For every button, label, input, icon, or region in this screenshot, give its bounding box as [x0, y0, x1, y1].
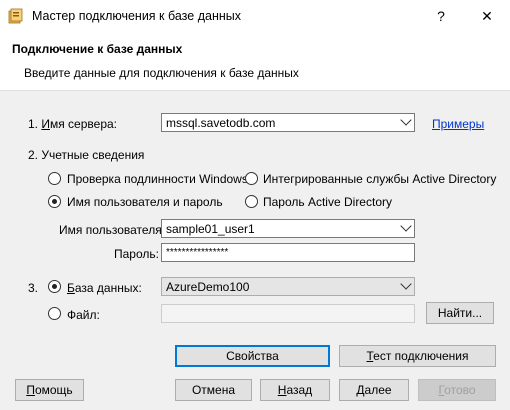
password-value: ****************	[166, 247, 229, 258]
ad-integrated-label[interactable]: Интегрированные службы Active Directory	[263, 172, 496, 186]
windows-auth-label[interactable]: Проверка подлинности Windows	[67, 172, 248, 186]
help-icon: ?	[437, 8, 445, 24]
page-subtitle: Введите данные для подключения к базе да…	[24, 66, 299, 80]
close-button[interactable]: ✕	[466, 0, 508, 32]
examples-link[interactable]: Примеры	[432, 117, 484, 131]
back-button-label: Назад	[277, 383, 313, 397]
password-field[interactable]: ****************	[161, 243, 415, 262]
find-button-label: Найти...	[437, 306, 483, 320]
database-value: AzureDemo100	[166, 280, 250, 294]
next-button-label: Далее	[356, 383, 392, 397]
find-button[interactable]: Найти...	[426, 302, 494, 324]
title-bar: Мастер подключения к базе данных ? ✕	[0, 0, 510, 32]
window-title: Мастер подключения к базе данных	[32, 9, 241, 23]
help-title-button[interactable]: ?	[420, 0, 462, 32]
next-button[interactable]: Далее	[339, 379, 409, 401]
username-label: Имя пользователя:	[59, 223, 166, 237]
windows-auth-radio[interactable]	[48, 172, 61, 185]
database-combo[interactable]: AzureDemo100	[161, 277, 415, 296]
username-combo[interactable]: sample01_user1	[161, 219, 415, 238]
username-value: sample01_user1	[166, 222, 255, 236]
credentials-label: 2. Учетные сведения	[28, 148, 145, 162]
file-path-field[interactable]	[161, 304, 415, 323]
finish-button-label: Готово	[438, 383, 476, 397]
user-password-radio[interactable]	[48, 195, 61, 208]
cancel-button-label: Отмена	[191, 383, 236, 397]
wizard-header: Подключение к базе данных Введите данные…	[0, 32, 510, 91]
properties-button[interactable]: Свойства	[175, 345, 330, 367]
close-icon: ✕	[481, 7, 493, 24]
server-label: 1. Имя сервера:	[28, 117, 117, 131]
ad-password-label[interactable]: Пароль Active Directory	[263, 195, 392, 209]
file-radio[interactable]	[48, 307, 61, 320]
properties-button-label: Свойства	[226, 349, 279, 363]
test-connection-button[interactable]: Тест подключения	[339, 345, 496, 367]
chevron-down-icon	[400, 278, 412, 290]
finish-button[interactable]: Готово	[418, 379, 496, 401]
database-radio[interactable]	[48, 280, 61, 293]
ad-password-radio[interactable]	[245, 195, 258, 208]
back-button[interactable]: Назад	[260, 379, 330, 401]
chevron-down-icon	[400, 220, 412, 232]
step-3-label: 3.	[28, 281, 39, 295]
server-value: mssql.savetodb.com	[166, 116, 276, 130]
chevron-down-icon	[400, 114, 412, 126]
test-connection-label: Тест подключения	[366, 349, 469, 363]
cancel-button[interactable]: Отмена	[175, 379, 252, 401]
help-button[interactable]: Помощь	[15, 379, 84, 401]
server-combo[interactable]: mssql.savetodb.com	[161, 113, 415, 132]
database-wizard-icon	[8, 8, 23, 24]
password-label: Пароль:	[114, 247, 159, 261]
database-label[interactable]: База данных:	[67, 281, 142, 295]
user-password-label[interactable]: Имя пользователя и пароль	[67, 195, 223, 209]
help-button-label: Помощь	[26, 383, 73, 397]
page-title: Подключение к базе данных	[12, 42, 183, 56]
ad-integrated-radio[interactable]	[245, 172, 258, 185]
file-label[interactable]: Файл:	[67, 308, 100, 322]
